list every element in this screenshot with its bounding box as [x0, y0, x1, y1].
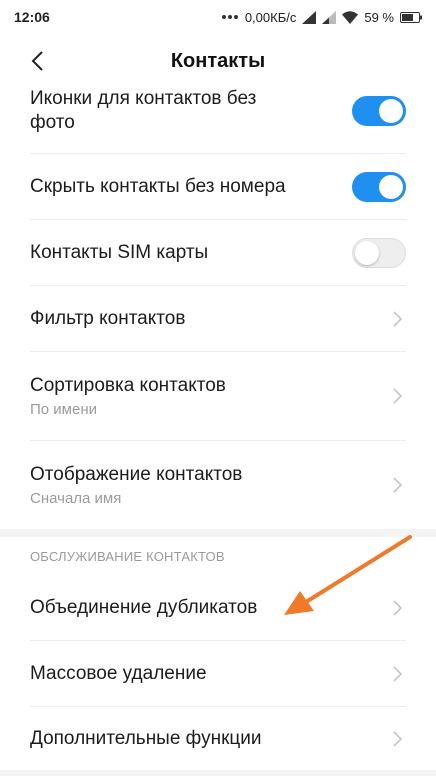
setting-display[interactable]: Отображение контактов Сначала имя [0, 441, 436, 529]
setting-extra-functions[interactable]: Дополнительные функции [0, 707, 436, 771]
setting-title: Скрыть контакты без номера [30, 175, 286, 197]
setting-bulk-delete[interactable]: Массовое удаление [0, 641, 436, 706]
chevron-right-icon [390, 598, 404, 618]
setting-sorting[interactable]: Сортировка контактов По имени [0, 352, 436, 440]
setting-title: Иконки для контактов без [30, 88, 257, 109]
chevron-left-icon [31, 51, 43, 71]
chevron-right-icon [390, 309, 404, 329]
setting-filter[interactable]: Фильтр контактов [0, 286, 436, 351]
setting-title: Массовое удаление [30, 662, 207, 684]
battery-percent: 59 % [364, 9, 394, 25]
status-time: 12:06 [14, 9, 50, 25]
network-speed: 0,00КБ/с [244, 9, 297, 25]
header: Контакты [0, 34, 436, 88]
chevron-right-icon [390, 386, 404, 406]
signal-icon-2 [322, 10, 337, 24]
setting-value: По имени [30, 401, 97, 418]
signal-icon [302, 10, 317, 24]
bottom-edge [0, 770, 436, 776]
setting-value: Сначала имя [30, 490, 122, 507]
section-header: ОБСЛУЖИВАНИЕ КОНТАКТОВ [30, 549, 225, 564]
setting-title-line2: фото [30, 112, 75, 133]
status-indicators: 0,00КБ/с 59 % [221, 10, 422, 25]
chevron-right-icon [390, 475, 404, 495]
status-bar: 12:06 0,00КБ/с 59 % [0, 0, 436, 34]
sim-contacts-toggle[interactable] [352, 237, 406, 268]
setting-title: Сортировка контактов [30, 375, 226, 396]
chevron-right-icon [390, 664, 404, 684]
page-title: Контакты [170, 49, 266, 72]
back-button[interactable] [22, 46, 52, 76]
hide-without-number-toggle[interactable] [352, 171, 406, 202]
setting-merge-duplicates[interactable]: Объединение дубликатов [0, 576, 436, 640]
wifi-icon [342, 10, 359, 24]
setting-title: Фильтр контактов [30, 307, 186, 329]
settings-list[interactable]: Иконки для контактов без фото Скрыть кон… [0, 88, 436, 776]
setting-sim-contacts[interactable]: Контакты SIM карты [0, 220, 436, 285]
battery-icon [400, 11, 422, 23]
setting-title: Контакты SIM карты [30, 241, 209, 263]
chevron-right-icon [390, 729, 404, 749]
icons-without-photo-toggle[interactable] [352, 96, 406, 126]
setting-title: Отображение контактов [30, 464, 243, 485]
section-separator [0, 529, 436, 537]
setting-title: Дополнительные функции [30, 728, 262, 749]
setting-icons-without-photo[interactable]: Иконки для контактов без фото [0, 88, 436, 154]
setting-hide-without-number[interactable]: Скрыть контакты без номера [0, 154, 436, 219]
more-dots-icon [221, 14, 239, 20]
setting-title: Объединение дубликатов [30, 597, 258, 618]
